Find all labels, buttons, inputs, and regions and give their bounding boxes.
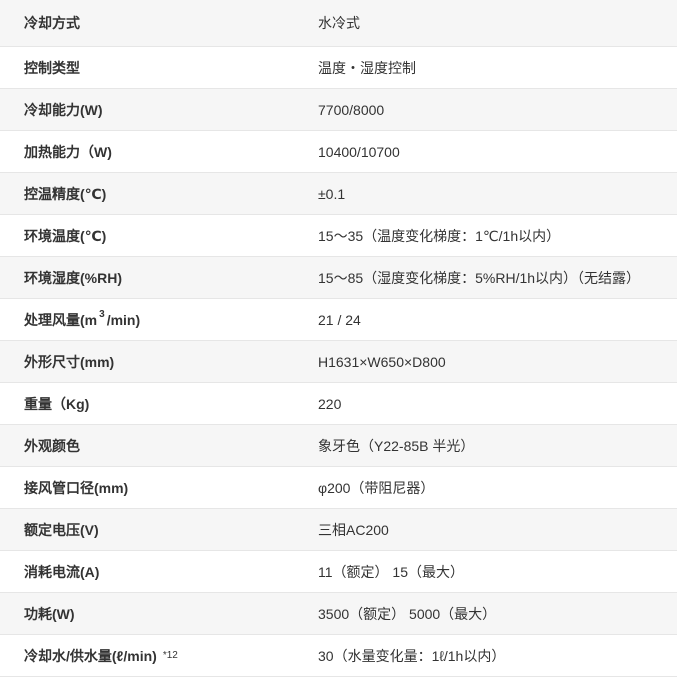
spec-row-power: 功耗(W) 3500（额定） 5000（最大） (0, 593, 677, 635)
spec-label-post: /min) (106, 311, 141, 328)
spec-row-ambient-temperature: 环境温度(℃) 15～35（温度变化梯度：1℃/1h以内） (0, 215, 677, 257)
spec-row-cooling-method: 冷却方式 水冷式 (0, 0, 677, 47)
spec-value: 11（额定） 15（最大） (318, 563, 464, 580)
spec-label: 额定电压(V) (24, 521, 99, 538)
spec-label-sup: 3 (99, 309, 105, 320)
spec-label: 控温精度(℃) (24, 185, 107, 202)
spec-value: 3500（额定） 5000（最大） (318, 605, 497, 622)
spec-value: 15～85（湿度变化梯度：5%RH/1h以内）（无结露） (318, 269, 641, 286)
spec-label: 消耗电流(A) (24, 563, 100, 580)
spec-value: 三相AC200 (318, 521, 389, 538)
spec-value: 220 (318, 395, 342, 412)
spec-value: 7700/8000 (318, 101, 385, 118)
spec-row-rated-voltage: 额定电压(V) 三相AC200 (0, 509, 677, 551)
spec-row-current: 消耗电流(A) 11（额定） 15（最大） (0, 551, 677, 593)
spec-value: 15～35（温度变化梯度：1℃/1h以内） (318, 227, 561, 244)
spec-label: 重量（Kg) (24, 395, 90, 412)
spec-value: 10400/10700 (318, 143, 400, 160)
spec-value: 温度・湿度控制 (318, 59, 416, 76)
spec-table: 冷却方式 水冷式 控制类型 温度・湿度控制 冷却能力(W) 7700/8000 … (0, 0, 677, 677)
spec-label: 外观颜色 (24, 437, 80, 454)
spec-value: 水冷式 (318, 15, 360, 31)
spec-label: 冷却能力(W) (24, 101, 103, 118)
spec-row-temperature-accuracy: 控温精度(℃) ±0.1 (0, 173, 677, 215)
spec-value: 30（水量变化量：1ℓ/1h以内） (318, 647, 506, 664)
spec-row-cooling-capacity: 冷却能力(W) 7700/8000 (0, 89, 677, 131)
spec-label: 冷却方式 (24, 15, 80, 31)
spec-label-pre: 处理风量(m (24, 311, 98, 328)
spec-label: 冷却水/供水量(ℓ/min) *12 (24, 635, 178, 676)
spec-row-color: 外观颜色 象牙色（Y22-85B 半光） (0, 425, 677, 467)
spec-value: φ200（带阻尼器） (318, 479, 435, 496)
spec-row-duct-diameter: 接风管口径(mm) φ200（带阻尼器） (0, 467, 677, 509)
spec-label: 功耗(W) (24, 605, 75, 622)
spec-label: 外形尺寸(mm) (24, 353, 115, 370)
spec-label: 环境湿度(%RH) (24, 269, 122, 286)
spec-label: 接风管口径(mm) (24, 479, 129, 496)
spec-row-heating-capacity: 加热能力（W) 10400/10700 (0, 131, 677, 173)
spec-row-airflow: 处理风量(m 3/min) 21 / 24 (0, 299, 677, 341)
spec-label: 控制类型 (24, 59, 80, 76)
spec-row-ambient-humidity: 环境湿度(%RH) 15～85（湿度变化梯度：5%RH/1h以内）（无结露） (0, 257, 677, 299)
spec-row-dimensions: 外形尺寸(mm) H1631×W650×D800 (0, 341, 677, 383)
spec-value: 象牙色（Y22-85B 半光） (318, 437, 475, 454)
spec-row-cooling-water: 冷却水/供水量(ℓ/min) *12 30（水量变化量：1ℓ/1h以内） (0, 635, 677, 677)
spec-row-control-type: 控制类型 温度・湿度控制 (0, 47, 677, 89)
spec-value: ±0.1 (318, 185, 346, 202)
spec-label: 环境温度(℃) (24, 227, 107, 244)
spec-label-main: 冷却水/供水量(ℓ/min) (24, 647, 157, 664)
spec-label: 加热能力（W) (24, 143, 112, 160)
spec-value: H1631×W650×D800 (318, 353, 446, 370)
spec-value: 21 / 24 (318, 311, 361, 328)
spec-label: 处理风量(m 3/min) (24, 299, 140, 340)
spec-label-note: *12 (162, 650, 178, 661)
spec-row-weight: 重量（Kg) 220 (0, 383, 677, 425)
